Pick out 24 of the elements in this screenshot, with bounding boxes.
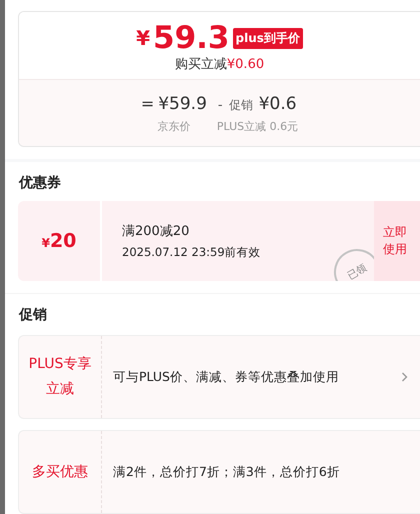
price-badge: plus到手价 <box>232 28 303 48</box>
promotion-tag: 多买优惠 <box>22 460 98 484</box>
promo-label: 促销 <box>229 97 254 114</box>
currency-sign: ¥ <box>42 236 50 250</box>
price-caption: 京东价 <box>156 119 192 134</box>
price-caption: PLUS立减 0.6元 <box>216 119 298 134</box>
price-amount: ¥59.9 <box>158 94 207 114</box>
promotion-row[interactable]: PLUS专享立减 可与PLUS价、满减、券等优惠叠加使用 <box>18 335 420 419</box>
final-price: 59.3 <box>153 21 230 55</box>
coupon-validity: 2025.07.12 23:59前有效 <box>122 245 262 260</box>
promotion-row[interactable]: 多买优惠 满2件，总价打7折；满3件，总价打6折 <box>18 430 420 514</box>
promotion-description: 满2件，总价打7折；满3件，总价打6折 <box>113 464 341 480</box>
section-title: 优惠券 <box>19 175 61 191</box>
saving-text: 购买立减¥0.60 <box>174 56 264 73</box>
coupon-condition: 满200减20 <box>122 223 190 240</box>
coupon-amount: 20 <box>50 230 76 252</box>
currency-sign: ¥ <box>136 26 150 50</box>
use-now-button[interactable]: 立即使用 <box>374 201 420 281</box>
price-amount: ¥0.6 <box>258 94 298 114</box>
promotion-tag: PLUS专享立减 <box>22 352 98 402</box>
minus-sign: - <box>218 98 224 113</box>
section-title: 促销 <box>19 307 47 323</box>
promotion-description: 可与PLUS价、满减、券等优惠叠加使用 <box>113 368 340 386</box>
equals-sign: = <box>140 94 154 113</box>
